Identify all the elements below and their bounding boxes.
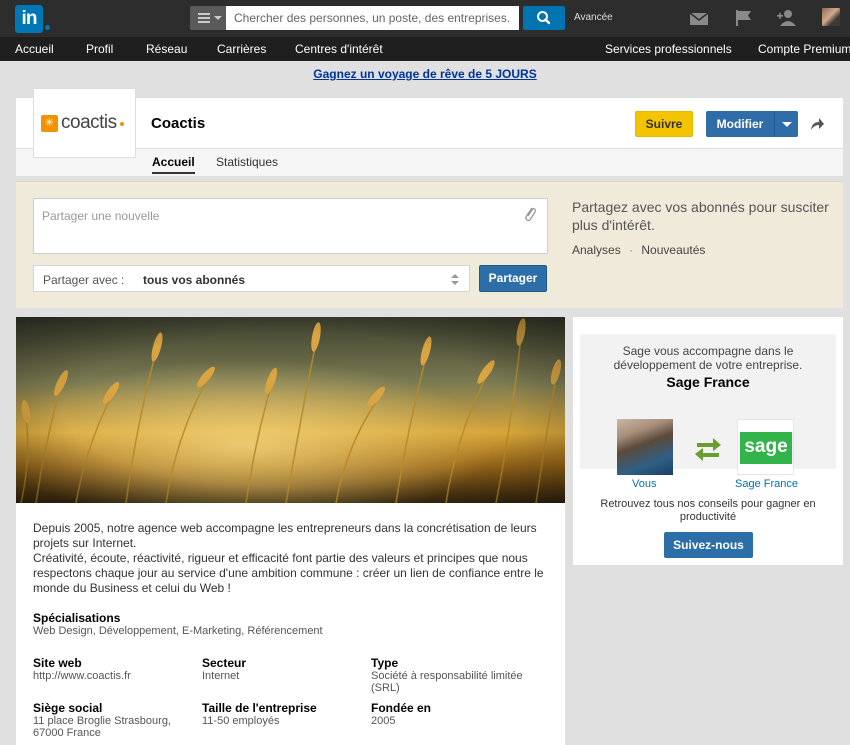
- logo-dot: [45, 25, 50, 30]
- share-arrow-icon[interactable]: [809, 116, 825, 132]
- wheat-field-image: [16, 317, 565, 503]
- share-button[interactable]: Partager: [479, 265, 547, 292]
- button-divider: [774, 111, 775, 137]
- coactis-wordmark: coactis: [61, 112, 117, 133]
- select-arrows-icon: [451, 274, 459, 285]
- edit-button-label: Modifier: [716, 117, 764, 131]
- share-placeholder: Partager une nouvelle: [42, 209, 160, 223]
- news-link[interactable]: Nouveautés: [641, 243, 705, 257]
- website-link[interactable]: http://www.coactis.fr: [33, 670, 193, 682]
- swap-arrows-icon: [695, 438, 721, 461]
- chevron-down-icon: [214, 16, 222, 20]
- hq-label: Siège social: [33, 701, 103, 715]
- cover-image: [16, 317, 565, 503]
- founded-value: 2005: [371, 715, 396, 727]
- sage-ad: Sage vous accompagne dans le développeme…: [580, 334, 836, 558]
- nav-item-interests[interactable]: Centres d'intérêt: [295, 42, 383, 56]
- company-description: Depuis 2005, notre agence web accompagne…: [33, 521, 548, 596]
- description-paragraph: Depuis 2005, notre agence web accompagne…: [33, 521, 537, 550]
- share-prompt: Partagez avec vos abonnés pour susciter …: [572, 199, 829, 233]
- search-category-menu[interactable]: [190, 6, 226, 30]
- promo-banner: Gagnez un voyage de rêve de 5 JOURS: [0, 67, 850, 81]
- type-label: Type: [371, 656, 399, 670]
- profile-avatar[interactable]: [822, 8, 840, 26]
- sage-link[interactable]: Sage France: [735, 478, 798, 490]
- size-value: 11-50 employés: [202, 715, 280, 727]
- share-links: Analyses · Nouveautés: [572, 243, 705, 257]
- analyses-link[interactable]: Analyses: [572, 243, 621, 257]
- tab-statistics[interactable]: Statistiques: [216, 155, 278, 169]
- menu-icon-bar: [198, 21, 210, 23]
- type-value: Société à responsabilité limitée (SRL): [371, 670, 523, 694]
- share-audience-select[interactable]: Partager avec : tous vos abonnés: [33, 265, 470, 292]
- nav-item-careers[interactable]: Carrières: [217, 42, 266, 56]
- founded-label: Fondée en: [371, 701, 432, 715]
- link-separator: ·: [629, 243, 634, 257]
- flag-icon[interactable]: [733, 8, 755, 28]
- coactis-sun-icon: ✳: [41, 115, 58, 132]
- share-audience-value: tous vos abonnés: [143, 273, 246, 287]
- sector-value: Internet: [202, 670, 240, 682]
- follow-us-button[interactable]: Suivez-nous: [664, 532, 753, 558]
- company-about-card: Depuis 2005, notre agence web accompagne…: [16, 317, 565, 745]
- sage-logo[interactable]: sage: [737, 419, 794, 475]
- search-input[interactable]: [226, 6, 519, 30]
- edit-button[interactable]: Modifier: [706, 111, 798, 137]
- search-button[interactable]: [523, 6, 565, 30]
- menu-icon: [198, 13, 210, 15]
- logo-dot: [120, 122, 124, 126]
- linkedin-logo[interactable]: in: [15, 5, 43, 33]
- tab-home[interactable]: Accueil: [152, 155, 195, 174]
- nav-item-home[interactable]: Accueil: [15, 42, 54, 56]
- share-panel: Partager une nouvelle Partager avec : to…: [16, 181, 843, 308]
- sponsored-card: Sage vous accompagne dans le développeme…: [573, 317, 843, 565]
- sage-logo-text: sage: [740, 432, 792, 464]
- search-icon: [537, 11, 551, 25]
- company-header: ✳ coactis Coactis Accueil Statistiques S…: [16, 88, 843, 176]
- company-tabs-bar: [16, 148, 843, 176]
- size-label: Taille de l'entreprise: [202, 701, 317, 715]
- top-bar: in Avancée: [0, 0, 850, 37]
- sage-intro: Sage vous accompagne dans le développeme…: [613, 344, 803, 372]
- company-name: Coactis: [151, 115, 206, 132]
- sage-tip: Retrouvez tous nos conseils pour gagner …: [600, 498, 816, 523]
- nav-item-network[interactable]: Réseau: [146, 42, 187, 56]
- website-label: Site web: [33, 656, 82, 670]
- description-paragraph: Créativité, écoute, réactivité, rigueur …: [33, 551, 544, 595]
- sage-title: Sage France: [666, 374, 750, 390]
- company-logo: ✳ coactis: [33, 88, 136, 158]
- promo-link[interactable]: Gagnez un voyage de rêve de 5 JOURS: [313, 67, 536, 81]
- add-connection-icon[interactable]: [776, 8, 798, 28]
- advanced-search-link[interactable]: Avancée: [574, 12, 613, 23]
- specialties-value: Web Design, Développement, E-Marketing, …: [33, 625, 323, 637]
- menu-icon-bar: [198, 17, 210, 19]
- hq-value: 11 place Broglie Strasbourg, 67000 Franc…: [33, 715, 171, 739]
- mail-icon[interactable]: [688, 8, 710, 28]
- you-link[interactable]: Vous: [632, 478, 656, 490]
- main-nav: Accueil Profil Réseau Carrières Centres …: [0, 37, 850, 61]
- sector-label: Secteur: [202, 656, 247, 670]
- chevron-down-icon[interactable]: [782, 122, 792, 127]
- nav-item-premium[interactable]: Compte Premium: [758, 42, 850, 56]
- nav-item-business-services[interactable]: Services professionnels: [605, 42, 732, 56]
- paperclip-icon[interactable]: [523, 205, 537, 223]
- follow-button[interactable]: Suivre: [635, 111, 693, 137]
- specialties-label: Spécialisations: [33, 611, 121, 625]
- share-audience-label: Partager avec :: [43, 273, 125, 287]
- share-textarea[interactable]: Partager une nouvelle: [33, 198, 548, 254]
- user-photo: [617, 419, 673, 475]
- nav-item-profile[interactable]: Profil: [86, 42, 113, 56]
